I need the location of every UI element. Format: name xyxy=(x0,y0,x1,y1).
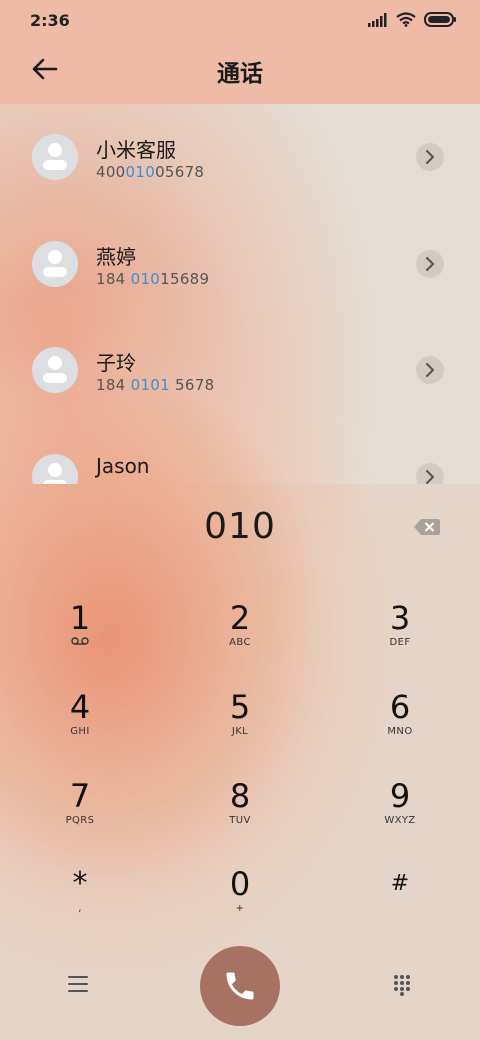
key-7[interactable]: 7 PQRS xyxy=(25,778,135,848)
contact-list: 小米客服 40001005678 燕婷 184 01015689 子玲 184 … xyxy=(0,104,480,484)
page-title: 通话 xyxy=(217,61,263,87)
key-2[interactable]: 2 ABC xyxy=(185,600,295,670)
chevron-right-icon[interactable] xyxy=(416,143,444,171)
chevron-right-icon[interactable] xyxy=(416,356,444,384)
key-star[interactable]: * , xyxy=(25,866,135,936)
avatar xyxy=(32,241,78,287)
status-bar: 2:36 xyxy=(0,0,480,40)
status-icons xyxy=(368,12,456,27)
contact-number: 40001005678 xyxy=(96,163,205,181)
contact-number: 184 01015689 xyxy=(96,270,210,288)
voicemail-icon xyxy=(71,637,89,645)
menu-icon[interactable] xyxy=(68,976,88,992)
phone-icon xyxy=(226,972,254,1000)
avatar xyxy=(32,454,78,484)
key-4[interactable]: 4 GHI xyxy=(25,689,135,759)
dialer-keypad: 010 1 2 ABC 3 DEF 4 GHI 5 JKL 6 MNO 7 PQ… xyxy=(0,484,480,1040)
call-button[interactable] xyxy=(200,946,280,1026)
key-8[interactable]: 8 TUV xyxy=(185,778,295,848)
contact-item[interactable]: 燕婷 184 01015689 xyxy=(0,211,480,318)
key-5[interactable]: 5 JKL xyxy=(185,689,295,759)
dialpad-icon[interactable] xyxy=(393,974,411,996)
dialer-bottom-bar xyxy=(0,946,480,1040)
status-time: 2:36 xyxy=(30,11,70,30)
key-0[interactable]: 0 + xyxy=(185,866,295,936)
key-9[interactable]: 9 WXYZ xyxy=(345,778,455,848)
key-1[interactable]: 1 xyxy=(25,600,135,670)
key-hash[interactable]: # xyxy=(345,866,455,936)
avatar xyxy=(32,134,78,180)
dialed-number: 010 xyxy=(204,506,276,547)
contact-name: 子玲 xyxy=(96,351,136,375)
key-6[interactable]: 6 MNO xyxy=(345,689,455,759)
contact-name: 小米客服 xyxy=(96,138,176,162)
backspace-icon[interactable] xyxy=(414,519,440,535)
contact-item[interactable]: 小米客服 40001005678 xyxy=(0,104,480,211)
app-header: 通话 xyxy=(0,40,480,104)
signal-icon xyxy=(368,12,387,27)
chevron-right-icon[interactable] xyxy=(416,463,444,484)
avatar xyxy=(32,347,78,393)
battery-icon xyxy=(424,12,456,27)
contact-name: Jason xyxy=(96,454,150,478)
contact-number: 184 0101 5678 xyxy=(96,376,215,394)
wifi-icon xyxy=(396,12,416,27)
chevron-right-icon[interactable] xyxy=(416,250,444,278)
contact-item[interactable]: 子玲 184 0101 5678 xyxy=(0,317,480,424)
key-3[interactable]: 3 DEF xyxy=(345,600,455,670)
contact-name: 燕婷 xyxy=(96,245,136,269)
contact-item[interactable]: Jason xyxy=(0,424,480,484)
